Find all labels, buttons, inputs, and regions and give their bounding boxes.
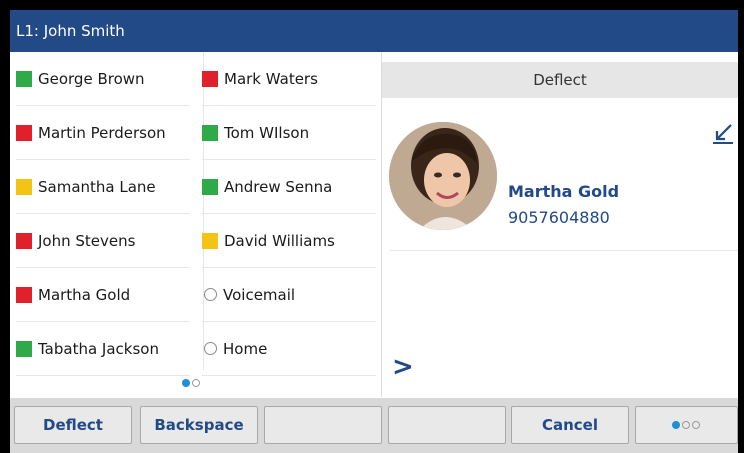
contact-item[interactable]: Home xyxy=(196,322,382,375)
screen-bezel-left xyxy=(0,0,10,453)
softkey-label: Cancel xyxy=(541,416,598,434)
contact-name: Tom WIlson xyxy=(224,123,310,142)
softkey-label: Backspace xyxy=(154,416,244,434)
softkey-empty[interactable] xyxy=(388,406,506,444)
screen-bezel-right xyxy=(738,0,744,453)
contact-name: Andrew Senna xyxy=(224,177,333,196)
contact-item[interactable]: Tom WIlson xyxy=(196,106,382,159)
row-divider xyxy=(202,375,376,376)
deflect-bar-label: Deflect xyxy=(533,71,587,89)
presence-green-icon xyxy=(16,70,32,87)
contacts-column-left: George Brown Martin Perderson Samantha L… xyxy=(10,52,196,376)
line-title: L1: John Smith xyxy=(16,22,125,40)
presence-yellow-icon xyxy=(16,178,32,195)
presence-green-icon xyxy=(202,178,218,195)
presence-green-icon xyxy=(16,340,32,357)
contact-name: Home xyxy=(223,339,268,358)
unassigned-circle-icon xyxy=(204,342,217,355)
presence-red-icon xyxy=(202,70,218,87)
caller-name: Martha Gold xyxy=(508,182,620,201)
softkey-cancel[interactable]: Cancel xyxy=(511,406,629,444)
line-header: L1: John Smith xyxy=(10,10,738,52)
contact-item[interactable]: Martin Perderson xyxy=(10,106,196,159)
page-dot-inactive xyxy=(691,421,700,429)
contact-item[interactable]: John Stevens xyxy=(10,214,196,267)
softkey-bar: Deflect Backspace Cancel xyxy=(10,398,738,453)
contact-item[interactable]: Tabatha Jackson xyxy=(10,322,196,375)
caller-number: 9057604880 xyxy=(508,208,610,227)
page-dot-active xyxy=(182,379,190,387)
contact-item[interactable]: George Brown xyxy=(10,52,196,105)
page-dot-active xyxy=(671,421,680,429)
softkey-label: Deflect xyxy=(43,416,103,434)
contact-name: David Williams xyxy=(224,231,335,250)
presence-yellow-icon xyxy=(202,232,218,249)
contact-name: Mark Waters xyxy=(224,69,318,88)
contacts-column-right: Mark Waters Tom WIlson Andrew Senna Davi… xyxy=(196,52,382,376)
contact-item[interactable]: Martha Gold xyxy=(10,268,196,321)
call-panel: Deflect Martha Gold 9057604880 > xyxy=(382,52,738,397)
contact-item[interactable]: Andrew Senna xyxy=(196,160,382,213)
contact-name: George Brown xyxy=(38,69,145,88)
more-arrow-button[interactable]: > xyxy=(392,352,414,382)
contacts-page-indicator xyxy=(182,379,202,390)
contact-name: Tabatha Jackson xyxy=(38,339,159,358)
presence-red-icon xyxy=(16,286,32,303)
page-dot-inactive xyxy=(681,421,690,429)
deflect-bar[interactable]: Deflect xyxy=(382,62,738,98)
incoming-call-arrow-icon xyxy=(713,124,733,144)
contact-name: Martha Gold xyxy=(38,285,131,304)
presence-red-icon xyxy=(16,232,32,249)
contacts-panel: George Brown Martin Perderson Samantha L… xyxy=(10,52,382,397)
contact-name: John Stevens xyxy=(38,231,136,250)
softkey-deflect[interactable]: Deflect xyxy=(14,406,132,444)
page-dot-inactive xyxy=(192,379,200,387)
presence-green-icon xyxy=(202,124,218,141)
contact-item[interactable]: David Williams xyxy=(196,214,382,267)
contact-name: Voicemail xyxy=(223,285,296,304)
caller-divider xyxy=(390,250,738,251)
softkey-page-indicator[interactable] xyxy=(635,406,738,444)
presence-red-icon xyxy=(16,124,32,141)
caller-photo xyxy=(389,122,497,230)
contact-item[interactable]: Mark Waters xyxy=(196,52,382,105)
unassigned-circle-icon xyxy=(204,288,217,301)
contact-item[interactable]: Voicemail xyxy=(196,268,382,321)
contact-item[interactable]: Samantha Lane xyxy=(10,160,196,213)
softkey-empty[interactable] xyxy=(264,406,382,444)
softkey-backspace[interactable]: Backspace xyxy=(140,406,258,444)
contact-name: Martin Perderson xyxy=(38,123,166,142)
screen-bezel-top xyxy=(0,0,744,10)
contact-name: Samantha Lane xyxy=(38,177,156,196)
caller-avatar xyxy=(389,122,497,230)
phone-screen: L1: John Smith George Brown Martin Perde… xyxy=(0,0,744,453)
row-divider xyxy=(16,375,190,376)
